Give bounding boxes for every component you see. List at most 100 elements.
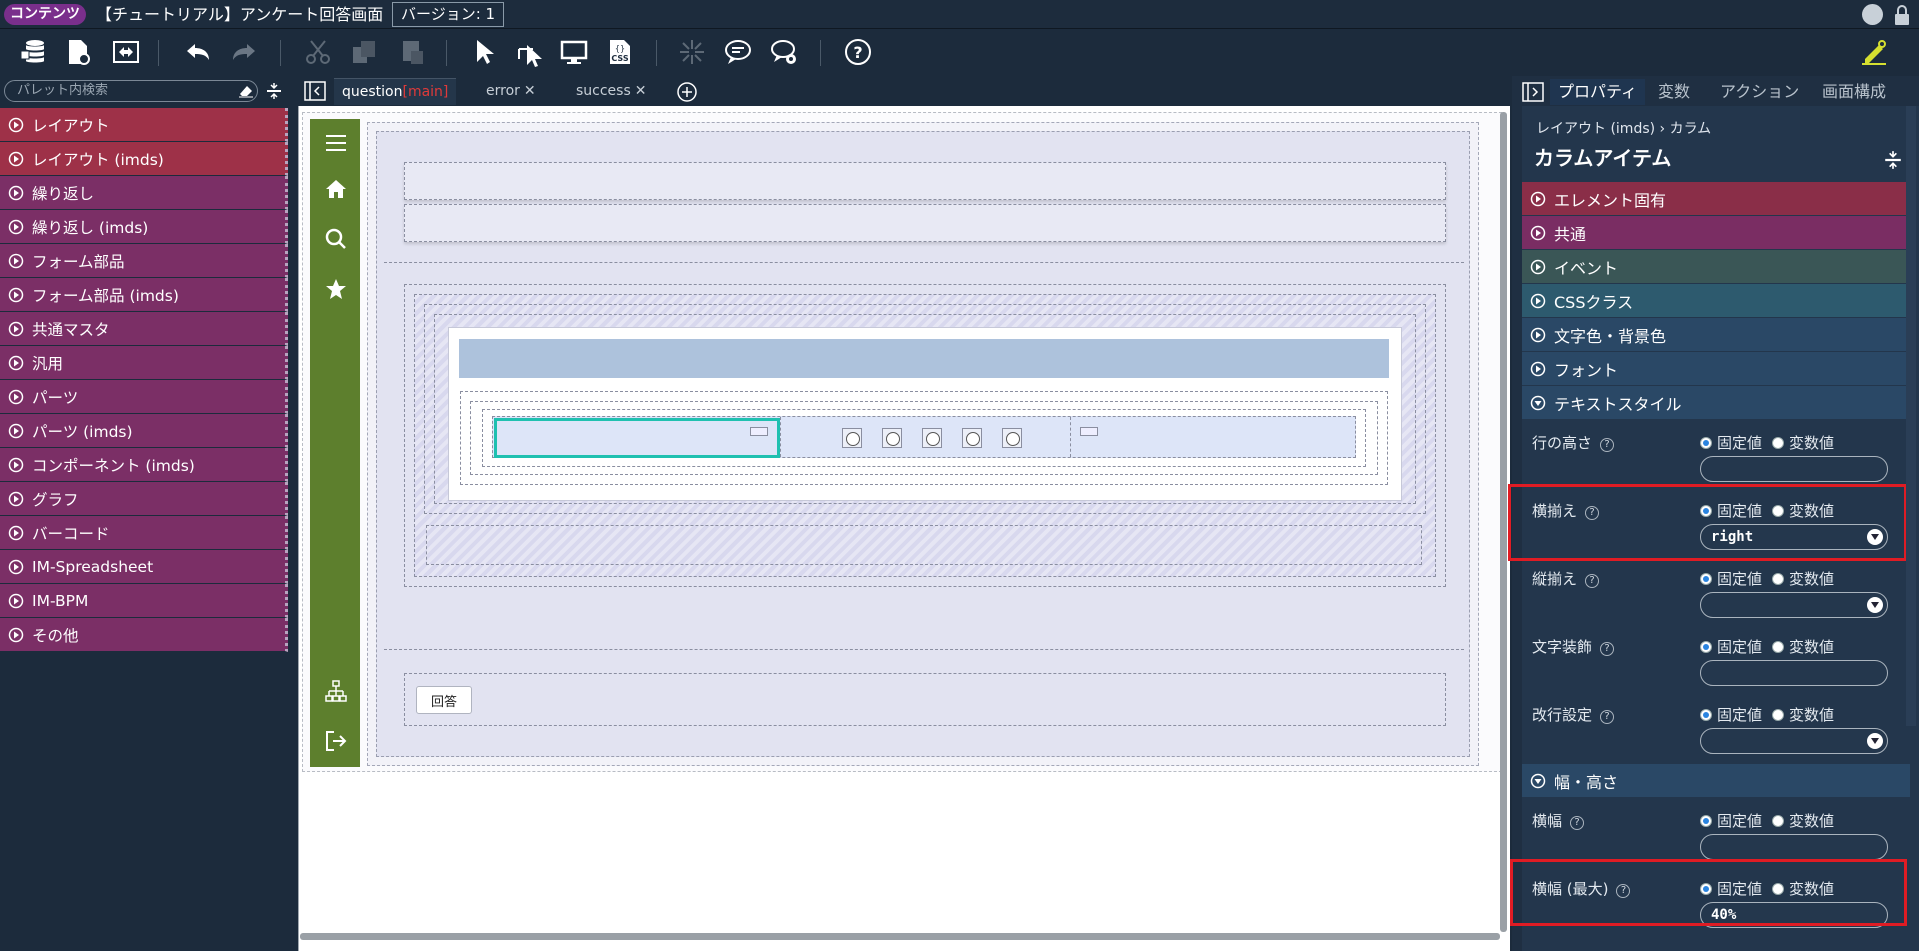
property-select[interactable] xyxy=(1700,592,1888,618)
property-input[interactable] xyxy=(1700,456,1888,482)
question-title-bar[interactable] xyxy=(459,339,1389,378)
undo-icon[interactable] xyxy=(182,36,214,68)
tab-question[interactable]: question[main] xyxy=(334,78,457,105)
radio-option[interactable] xyxy=(962,428,982,448)
add-tab-icon[interactable] xyxy=(676,81,698,103)
palette-item[interactable]: レイアウト xyxy=(0,108,288,142)
redo-icon[interactable] xyxy=(228,36,260,68)
version-label[interactable]: バージョン: 1 xyxy=(392,2,505,27)
palette-item[interactable]: コンポーネント (imds) xyxy=(0,448,288,482)
hamburger-menu-icon[interactable] xyxy=(324,131,348,155)
canvas-horizontal-scrollbar[interactable] xyxy=(300,933,1500,940)
property-section-header[interactable]: イベント xyxy=(1522,250,1910,283)
tab-variables[interactable]: 変数 xyxy=(1650,79,1698,105)
radio-option[interactable] xyxy=(842,428,862,448)
palette-item[interactable]: 共通マスタ xyxy=(0,312,288,346)
property-input[interactable] xyxy=(1700,660,1888,686)
close-icon[interactable]: ✕ xyxy=(524,78,536,105)
swap-icon[interactable] xyxy=(110,36,142,68)
property-input[interactable] xyxy=(1700,834,1888,860)
header-row[interactable] xyxy=(404,162,1446,200)
tab-properties[interactable]: プロパティ xyxy=(1550,79,1646,105)
palette-item[interactable]: グラフ xyxy=(0,482,288,516)
variable-value-radio[interactable] xyxy=(1772,436,1785,449)
tab-screen-structure[interactable]: 画面構成 xyxy=(1814,79,1894,105)
search-icon[interactable] xyxy=(324,227,348,251)
collapse-all-icon[interactable] xyxy=(1884,150,1902,170)
fixed-value-radio[interactable] xyxy=(1700,708,1712,721)
selected-column-item[interactable] xyxy=(494,418,780,458)
edit-pencil-icon[interactable] xyxy=(1858,36,1890,68)
close-icon[interactable]: ✕ xyxy=(635,78,647,105)
comment-settings-icon[interactable] xyxy=(768,36,800,68)
fixed-value-radio[interactable] xyxy=(1700,640,1712,653)
tab-error[interactable]: error ✕ xyxy=(478,78,544,105)
tab-actions[interactable]: アクション xyxy=(1712,79,1807,105)
palette-item[interactable]: バーコード xyxy=(0,516,288,550)
variable-value-radio[interactable] xyxy=(1772,708,1785,721)
home-icon[interactable] xyxy=(324,177,348,201)
pointer-cursor-icon[interactable] xyxy=(514,36,546,68)
help-icon[interactable]: ? xyxy=(1570,816,1585,830)
help-icon[interactable]: ? xyxy=(1600,642,1615,656)
palette-item[interactable]: レイアウト (imds) xyxy=(0,142,288,176)
help-icon[interactable]: ? xyxy=(842,36,874,68)
palette-item[interactable]: IM-Spreadsheet xyxy=(0,550,288,584)
palette-item[interactable]: その他 xyxy=(0,618,288,652)
canvas-vertical-scrollbar[interactable] xyxy=(1500,112,1507,932)
tab-success[interactable]: success ✕ xyxy=(568,78,655,105)
property-section-header[interactable]: テキストスタイル xyxy=(1522,386,1910,419)
properties-scrollbar[interactable] xyxy=(1906,106,1916,726)
header-row[interactable] xyxy=(404,204,1446,242)
answer-button[interactable]: 回答 xyxy=(416,686,472,714)
palette-item[interactable]: パーツ xyxy=(0,380,288,414)
palette-item[interactable]: 繰り返し xyxy=(0,176,288,210)
footer-layout[interactable] xyxy=(404,673,1446,726)
copy-icon[interactable] xyxy=(348,36,380,68)
panel-toggle-icon[interactable] xyxy=(1522,82,1544,102)
database-stack-icon[interactable] xyxy=(18,36,50,68)
variable-value-radio[interactable] xyxy=(1772,640,1785,653)
palette-item[interactable]: IM-BPM xyxy=(0,584,288,618)
property-section-header[interactable]: 文字色・背景色 xyxy=(1522,318,1910,351)
property-section-header[interactable]: CSSクラス xyxy=(1522,284,1910,317)
palette-item[interactable]: フォーム部品 (imds) xyxy=(0,278,288,312)
palette-item[interactable]: フォーム部品 xyxy=(0,244,288,278)
palette-item[interactable]: 汎用 xyxy=(0,346,288,380)
radio-option[interactable] xyxy=(1002,428,1022,448)
fixed-value-radio[interactable] xyxy=(1700,814,1712,827)
property-section-header[interactable]: エレメント固有 xyxy=(1522,182,1910,215)
logout-icon[interactable] xyxy=(324,729,348,753)
help-icon[interactable]: ? xyxy=(1600,710,1615,724)
monitor-icon[interactable] xyxy=(558,36,590,68)
variable-value-radio[interactable] xyxy=(1772,572,1785,585)
css-icon[interactable]: CSS{} xyxy=(604,36,636,68)
fixed-value-radio[interactable] xyxy=(1700,572,1712,585)
variable-value-radio[interactable] xyxy=(1772,814,1785,827)
lock-icon[interactable] xyxy=(1892,4,1912,26)
star-icon[interactable] xyxy=(324,277,348,301)
property-section-header[interactable]: 共通 xyxy=(1522,216,1910,249)
palette-item[interactable]: 繰り返し (imds) xyxy=(0,210,288,244)
help-icon[interactable]: ? xyxy=(1600,438,1615,452)
property-section-header[interactable]: フォント xyxy=(1522,352,1910,385)
file-settings-icon[interactable] xyxy=(62,36,94,68)
radio-option[interactable] xyxy=(922,428,942,448)
property-select[interactable] xyxy=(1700,728,1888,754)
collapse-all-icon[interactable] xyxy=(266,82,282,100)
help-icon[interactable]: ? xyxy=(1585,574,1600,588)
sitemap-icon[interactable] xyxy=(324,679,348,703)
radio-option[interactable] xyxy=(882,428,902,448)
sparkle-icon[interactable] xyxy=(676,36,708,68)
user-avatar-icon[interactable] xyxy=(1862,4,1883,25)
palette-search-input[interactable]: パレット内検索 xyxy=(4,80,258,102)
fixed-value-radio[interactable] xyxy=(1700,436,1712,449)
palette-item[interactable]: パーツ (imds) xyxy=(0,414,288,448)
panel-toggle-icon[interactable] xyxy=(304,81,326,101)
property-section-header[interactable]: 幅・高さ xyxy=(1522,764,1910,797)
comment-icon[interactable] xyxy=(722,36,754,68)
eraser-icon[interactable] xyxy=(238,84,254,98)
paste-icon[interactable] xyxy=(396,36,428,68)
repeat-footer[interactable] xyxy=(426,525,1422,565)
cut-icon[interactable] xyxy=(302,36,334,68)
